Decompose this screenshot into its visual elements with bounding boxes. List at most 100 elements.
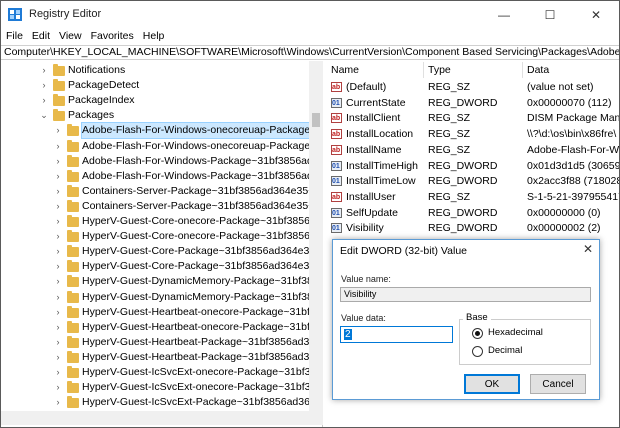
chevron-right-icon[interactable]: › <box>39 78 49 93</box>
dialog-title: Edit DWORD (32-bit) Value <box>340 245 468 257</box>
column-divider[interactable] <box>522 62 523 78</box>
tree-item[interactable]: › HyperV-Guest-Heartbeat-Package~31bf3856… <box>1 350 322 365</box>
maximize-button[interactable]: ☐ <box>527 1 573 29</box>
value-row[interactable]: SelfUpdate REG_DWORD 0x00000000 (0) <box>327 206 619 222</box>
menu-favorites[interactable]: Favorites <box>91 29 134 45</box>
chevron-right-icon[interactable]: › <box>39 93 49 108</box>
column-header-name[interactable]: Name <box>331 63 359 78</box>
chevron-right-icon[interactable]: › <box>53 259 63 274</box>
minimize-button[interactable]: — <box>481 1 527 29</box>
value-row[interactable]: InstallTimeHigh REG_DWORD 0x01d3d1d5 (3065… <box>327 159 619 175</box>
chevron-right-icon[interactable]: › <box>53 229 63 244</box>
menu-file[interactable]: File <box>6 29 23 45</box>
tree-item[interactable]: › HyperV-Guest-Core-onecore-Package~31bf3… <box>1 214 322 229</box>
tree-item[interactable]: › HyperV-Guest-DynamicMemory-Package~31bf… <box>1 290 322 305</box>
tree-item[interactable]: ⌄ Packages <box>1 108 309 123</box>
chevron-right-icon[interactable]: › <box>39 63 49 78</box>
menu-edit[interactable]: Edit <box>32 29 50 45</box>
binary-value-icon <box>331 174 342 189</box>
chevron-right-icon[interactable]: › <box>53 395 63 410</box>
value-row[interactable]: InstallTimeLow REG_DWORD 0x2acc3f88 (71802… <box>327 174 619 190</box>
value-data-input[interactable]: 2 <box>340 326 453 343</box>
tree-item[interactable]: › HyperV-Guest-IcSvcExt-onecore-Package~3… <box>1 380 322 395</box>
chevron-right-icon[interactable]: › <box>53 199 63 214</box>
value-type: REG_DWORD <box>428 206 498 219</box>
value-row[interactable]: InstallLocation REG_SZ \\?\d:\os\bin\x86fr… <box>327 127 619 143</box>
menu-view[interactable]: View <box>59 29 82 45</box>
dialog-close-button[interactable]: ✕ <box>583 242 593 256</box>
value-name: SelfUpdate <box>346 206 398 219</box>
tree-item[interactable]: › HyperV-Guest-Core-Package~31bf3856ad364… <box>1 244 322 259</box>
chevron-right-icon[interactable]: › <box>53 169 63 184</box>
value-row[interactable]: (Default) REG_SZ (value not set) <box>327 80 619 96</box>
tree-item[interactable]: › HyperV-Guest-DynamicMemory-Package~31bf… <box>1 274 322 289</box>
tree-item-label: Packages <box>68 109 115 122</box>
chevron-right-icon[interactable]: › <box>53 350 63 365</box>
tree-item[interactable]: › PackageIndex <box>1 93 309 108</box>
chevron-right-icon[interactable]: › <box>53 139 63 154</box>
value-name-field: Visibility <box>340 287 591 302</box>
close-button[interactable]: ✕ <box>573 1 619 29</box>
tree-item-label: HyperV-Guest-Heartbeat-onecore-Package~3… <box>82 320 323 333</box>
chevron-right-icon[interactable]: › <box>53 335 63 350</box>
decimal-label[interactable]: Decimal <box>488 345 522 356</box>
chevron-right-icon[interactable]: › <box>53 380 63 395</box>
tree-item[interactable]: › Adobe-Flash-For-Windows-onecoreuap-Pack… <box>1 122 322 140</box>
tree-item[interactable]: › HyperV-Guest-IcSvcExt-Package~31bf3856a… <box>1 395 322 410</box>
tree-horizontal-scrollbar[interactable] <box>1 411 323 425</box>
tree-item[interactable]: › PackageDetect <box>1 78 309 93</box>
chevron-right-icon[interactable]: › <box>53 154 63 169</box>
value-row[interactable]: Visibility REG_DWORD 0x00000002 (2) <box>327 221 619 237</box>
value-row[interactable]: InstallUser REG_SZ S-1-5-21-397955417 <box>327 190 619 206</box>
chevron-right-icon[interactable]: › <box>53 274 63 289</box>
tree-vertical-scrollbar[interactable] <box>309 61 323 411</box>
value-type: REG_SZ <box>428 190 471 203</box>
column-header-type[interactable]: Type <box>428 63 451 78</box>
tree-item-label: HyperV-Guest-IcSvcExt-onecore-Package~31… <box>82 381 323 394</box>
column-divider[interactable] <box>423 62 424 78</box>
ok-button[interactable]: OK <box>464 374 520 394</box>
tree-item[interactable]: › Adobe-Flash-For-Windows-Package~31bf385… <box>1 154 322 169</box>
tree-item[interactable]: › Containers-Server-Package~31bf3856ad364… <box>1 199 322 214</box>
chevron-right-icon[interactable]: › <box>53 305 63 320</box>
tree-item-label: HyperV-Guest-Heartbeat-onecore-Package~3… <box>82 305 323 318</box>
column-header-data[interactable]: Data <box>527 63 549 78</box>
value-name: CurrentState <box>346 96 406 109</box>
chevron-right-icon[interactable]: › <box>53 184 63 199</box>
tree-item[interactable]: › HyperV-Guest-IcSvcExt-onecore-Package~3… <box>1 365 322 380</box>
tree-item[interactable]: › Notifications <box>1 63 309 78</box>
tree-item[interactable]: › HyperV-Guest-Core-onecore-Package~31bf3… <box>1 229 322 244</box>
tree-item[interactable]: › HyperV-Guest-Core-Package~31bf3856ad364… <box>1 259 322 274</box>
tree-item[interactable]: › HyperV-Guest-Heartbeat-Package~31bf3856… <box>1 335 322 350</box>
chevron-right-icon[interactable]: › <box>53 123 63 138</box>
folder-icon <box>67 124 79 137</box>
hexadecimal-label[interactable]: Hexadecimal <box>488 327 543 338</box>
chevron-right-icon[interactable]: › <box>53 290 63 305</box>
cancel-button[interactable]: Cancel <box>530 374 586 394</box>
value-row[interactable]: InstallClient REG_SZ DISM Package Manag <box>327 111 619 127</box>
chevron-right-icon[interactable]: › <box>53 320 63 335</box>
tree-item[interactable]: › Adobe-Flash-For-Windows-onecoreuap-Pack… <box>1 139 322 154</box>
value-type: REG_SZ <box>428 128 471 141</box>
tree-item-label: HyperV-Guest-IcSvcExt-Package~31bf3856ad… <box>82 396 323 409</box>
tree-item[interactable]: › HyperV-Guest-Heartbeat-onecore-Package~… <box>1 305 322 320</box>
chevron-down-icon[interactable]: ⌄ <box>39 108 49 123</box>
tree-item[interactable]: › HyperV-Guest-Heartbeat-onecore-Package~… <box>1 320 322 335</box>
value-data: 0x2acc3f88 (7180286 <box>527 175 619 188</box>
chevron-right-icon[interactable]: › <box>53 365 63 380</box>
value-row[interactable]: CurrentState REG_DWORD 0x00000070 (112) <box>327 96 619 112</box>
address-bar[interactable]: Computer\HKEY_LOCAL_MACHINE\SOFTWARE\Mic… <box>1 45 619 60</box>
value-row[interactable]: InstallName REG_SZ Adobe-Flash-For-Wir <box>327 143 619 159</box>
chevron-right-icon[interactable]: › <box>53 244 63 259</box>
tree-item[interactable]: › Adobe-Flash-For-Windows-Package~31bf385… <box>1 169 322 184</box>
tree-scroll-thumb[interactable] <box>312 113 320 127</box>
tree-item[interactable]: › Containers-Server-Package~31bf3856ad364… <box>1 184 322 199</box>
tree-item-label: HyperV-Guest-Core-Package~31bf3856ad364e… <box>82 260 323 273</box>
hexadecimal-radio[interactable] <box>472 328 483 339</box>
tree-item-label: PackageIndex <box>68 94 135 107</box>
decimal-radio[interactable] <box>472 346 483 357</box>
value-type: REG_DWORD <box>428 96 498 109</box>
menu-help[interactable]: Help <box>143 29 165 45</box>
chevron-right-icon[interactable]: › <box>53 214 63 229</box>
string-value-icon <box>331 111 342 126</box>
